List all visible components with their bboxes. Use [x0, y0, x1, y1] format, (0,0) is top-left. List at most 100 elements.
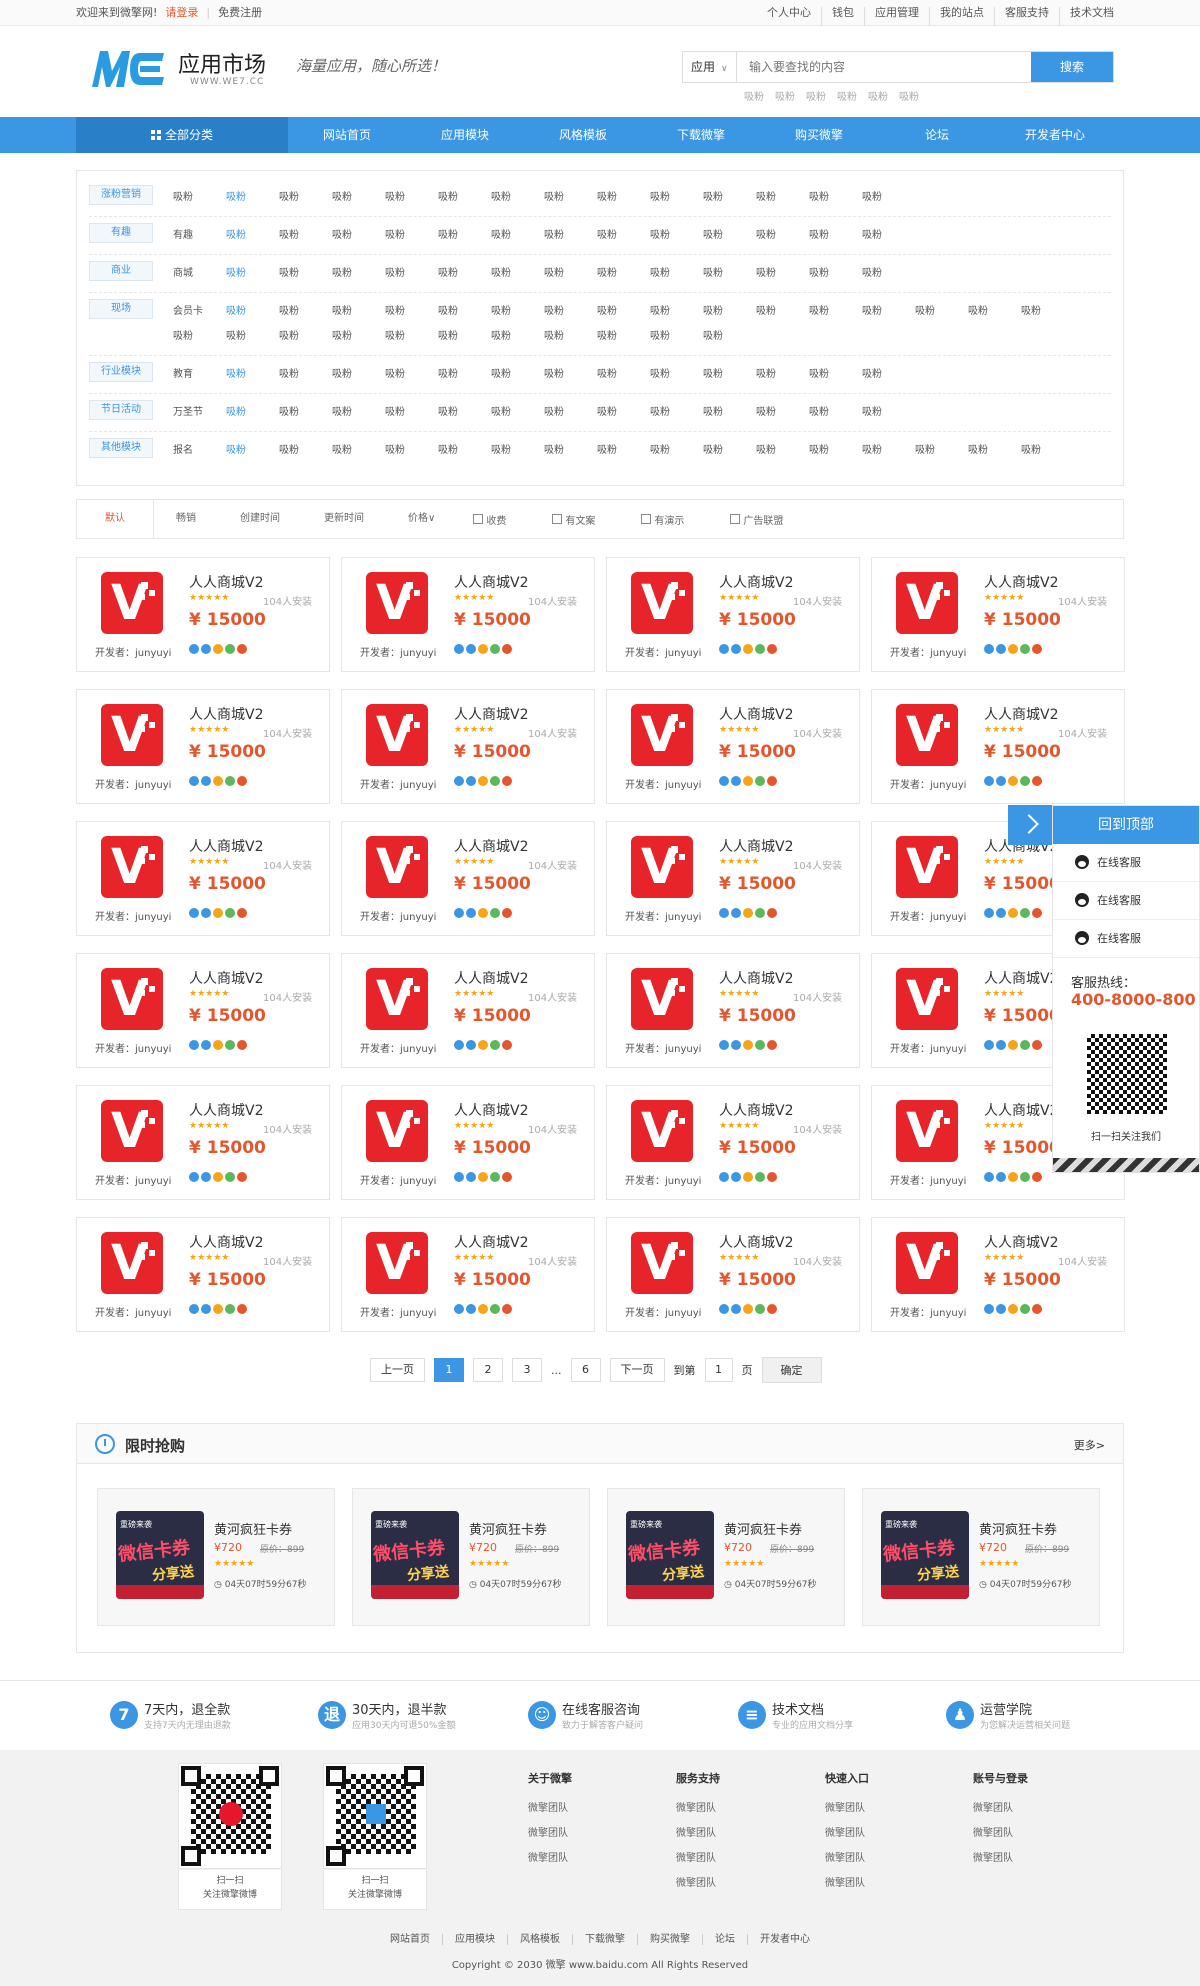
filter-demo[interactable]: 有演示	[641, 512, 684, 527]
category-tag[interactable]: 吸粉	[597, 223, 650, 248]
category-tag[interactable]: 会员卡	[173, 299, 226, 324]
footer-link[interactable]: 微擎团队	[676, 1821, 796, 1846]
category-tag[interactable]: 吸粉	[968, 438, 1021, 463]
top-link-support[interactable]: 客服支持	[994, 7, 1059, 26]
checkbox[interactable]	[473, 514, 484, 524]
category-tag[interactable]: 吸粉	[703, 438, 756, 463]
footer-link[interactable]: 微擎团队	[825, 1871, 945, 1896]
category-label[interactable]: 商业	[89, 261, 153, 281]
category-tag[interactable]: 吸粉	[650, 400, 703, 425]
category-tag[interactable]: 吸粉	[915, 438, 968, 463]
top-link-wallet[interactable]: 钱包	[821, 7, 864, 26]
footer-link[interactable]: 微擎团队	[825, 1846, 945, 1871]
category-tag[interactable]: 商城	[173, 261, 226, 286]
category-tag[interactable]: 吸粉	[809, 185, 862, 210]
app-card[interactable]: V 人人商城V2★★★★★ 104人安装 ¥ 15000 开发者：junyuyi	[606, 1085, 860, 1200]
app-card[interactable]: V 人人商城V2★★★★★ 104人安装 ¥ 15000 开发者：junyuyi	[76, 953, 330, 1068]
app-logo-icon[interactable]: V	[631, 1232, 693, 1294]
coupon-image[interactable]: 重磅来袭 微信卡券 分享送	[881, 1511, 969, 1599]
online-service-link[interactable]: 在线客服	[1053, 882, 1199, 920]
category-tag[interactable]: 吸粉	[279, 362, 332, 387]
category-tag[interactable]: 吸粉	[703, 223, 756, 248]
search-button[interactable]: 搜索	[1031, 52, 1113, 82]
app-logo-icon[interactable]: V	[101, 1100, 163, 1162]
category-tag[interactable]: 吸粉	[332, 438, 385, 463]
category-tag[interactable]: 吸粉	[332, 223, 385, 248]
nav-app-modules[interactable]: 应用模块	[406, 117, 524, 153]
category-tag[interactable]: 吸粉	[226, 400, 279, 425]
hot-word[interactable]: 吸粉	[899, 88, 919, 103]
category-tag[interactable]: 吸粉	[650, 261, 703, 286]
register-link[interactable]: 免费注册	[218, 6, 262, 19]
category-tag[interactable]: 吸粉	[703, 324, 756, 349]
category-tag[interactable]: 吸粉	[544, 261, 597, 286]
app-logo-icon[interactable]: V	[631, 1100, 693, 1162]
category-label[interactable]: 其他模块	[89, 438, 153, 458]
coupon-name[interactable]: 黄河疯狂卡券	[724, 1519, 802, 1538]
online-service-link[interactable]: 在线客服	[1053, 920, 1199, 958]
category-tag[interactable]: 吸粉	[279, 438, 332, 463]
category-tag[interactable]: 吸粉	[226, 299, 279, 324]
category-tag[interactable]: 吸粉	[862, 223, 915, 248]
app-name[interactable]: 人人商城V2	[984, 572, 1058, 592]
app-logo-icon[interactable]: V	[101, 836, 163, 898]
category-tag[interactable]: 吸粉	[597, 324, 650, 349]
app-logo-icon[interactable]: V	[101, 1232, 163, 1294]
goto-confirm-button[interactable]: 确定	[761, 1357, 822, 1383]
category-tag[interactable]: 吸粉	[491, 185, 544, 210]
app-name[interactable]: 人人商城V2	[719, 572, 793, 592]
service-online-consult[interactable]: ☺ 在线客服咨询 致力于解答客户疑问	[528, 1699, 728, 1739]
app-card[interactable]: V 人人商城V2★★★★★ 104人安装 ¥ 15000 开发者：junyuyi	[341, 821, 595, 936]
more-link[interactable]: 更多>	[1074, 1437, 1105, 1453]
coupon-image[interactable]: 重磅来袭 微信卡券 分享送	[371, 1511, 459, 1599]
app-card[interactable]: V 人人商城V2★★★★★ 104人安装 ¥ 15000 开发者：junyuyi	[341, 953, 595, 1068]
footer-link[interactable]: 微擎团队	[825, 1821, 945, 1846]
category-tag[interactable]: 教育	[173, 362, 226, 387]
category-tag[interactable]: 吸粉	[1021, 299, 1074, 324]
category-tag[interactable]: 吸粉	[491, 223, 544, 248]
category-tag[interactable]: 吸粉	[862, 185, 915, 210]
category-tag[interactable]: 吸粉	[438, 261, 491, 286]
app-logo-icon[interactable]: V	[896, 1100, 958, 1162]
app-logo-icon[interactable]: V	[896, 836, 958, 898]
category-tag[interactable]: 吸粉	[544, 438, 597, 463]
app-name[interactable]: 人人商城V2	[719, 1100, 793, 1120]
category-label[interactable]: 有趣	[89, 223, 153, 243]
category-tag[interactable]: 吸粉	[491, 400, 544, 425]
footer-link[interactable]: 微擎团队	[973, 1821, 1093, 1846]
category-tag[interactable]: 吸粉	[385, 299, 438, 324]
category-tag[interactable]: 吸粉	[279, 299, 332, 324]
next-page-button[interactable]: 下一页	[609, 1358, 665, 1382]
category-tag[interactable]: 吸粉	[703, 362, 756, 387]
app-logo-icon[interactable]: V	[631, 836, 693, 898]
app-name[interactable]: 人人商城V2	[984, 968, 1058, 988]
app-card[interactable]: V 人人商城V2★★★★★ 104人安装 ¥ 15000 开发者：junyuyi	[76, 821, 330, 936]
category-tag[interactable]: 吸粉	[226, 261, 279, 286]
category-tag[interactable]: 吸粉	[703, 261, 756, 286]
app-name[interactable]: 人人商城V2	[719, 704, 793, 724]
category-tag[interactable]: 吸粉	[597, 362, 650, 387]
category-tag[interactable]: 吸粉	[438, 362, 491, 387]
app-name[interactable]: 人人商城V2	[719, 968, 793, 988]
top-link-app-manage[interactable]: 应用管理	[864, 7, 929, 26]
category-tag[interactable]: 吸粉	[332, 362, 385, 387]
category-tag[interactable]: 吸粉	[279, 324, 332, 349]
category-tag[interactable]: 吸粉	[703, 400, 756, 425]
category-tag[interactable]: 吸粉	[226, 185, 279, 210]
category-tag[interactable]: 吸粉	[862, 362, 915, 387]
app-name[interactable]: 人人商城V2	[189, 704, 263, 724]
login-link[interactable]: 请登录	[165, 6, 198, 19]
hot-word[interactable]: 吸粉	[868, 88, 888, 103]
category-tag[interactable]: 吸粉	[544, 185, 597, 210]
app-logo-icon[interactable]: V	[366, 572, 428, 634]
footer-link[interactable]: 微擎团队	[528, 1821, 648, 1846]
app-card[interactable]: V 人人商城V2★★★★★ 104人安装 ¥ 15000 开发者：junyuyi	[341, 1085, 595, 1200]
category-tag[interactable]: 吸粉	[544, 299, 597, 324]
bottom-link[interactable]: 网站首页	[378, 1934, 442, 1945]
sort-created[interactable]: 创建时间	[218, 500, 302, 538]
app-name[interactable]: 人人商城V2	[984, 704, 1058, 724]
category-tag[interactable]: 吸粉	[279, 185, 332, 210]
flash-sale-card[interactable]: 重磅来袭 微信卡券 分享送 黄河疯狂卡券 ¥720 原价：899 ★★★★★ ◷ 04天07时…	[607, 1488, 845, 1626]
app-name[interactable]: 人人商城V2	[454, 836, 528, 856]
coupon-name[interactable]: 黄河疯狂卡券	[979, 1519, 1057, 1538]
